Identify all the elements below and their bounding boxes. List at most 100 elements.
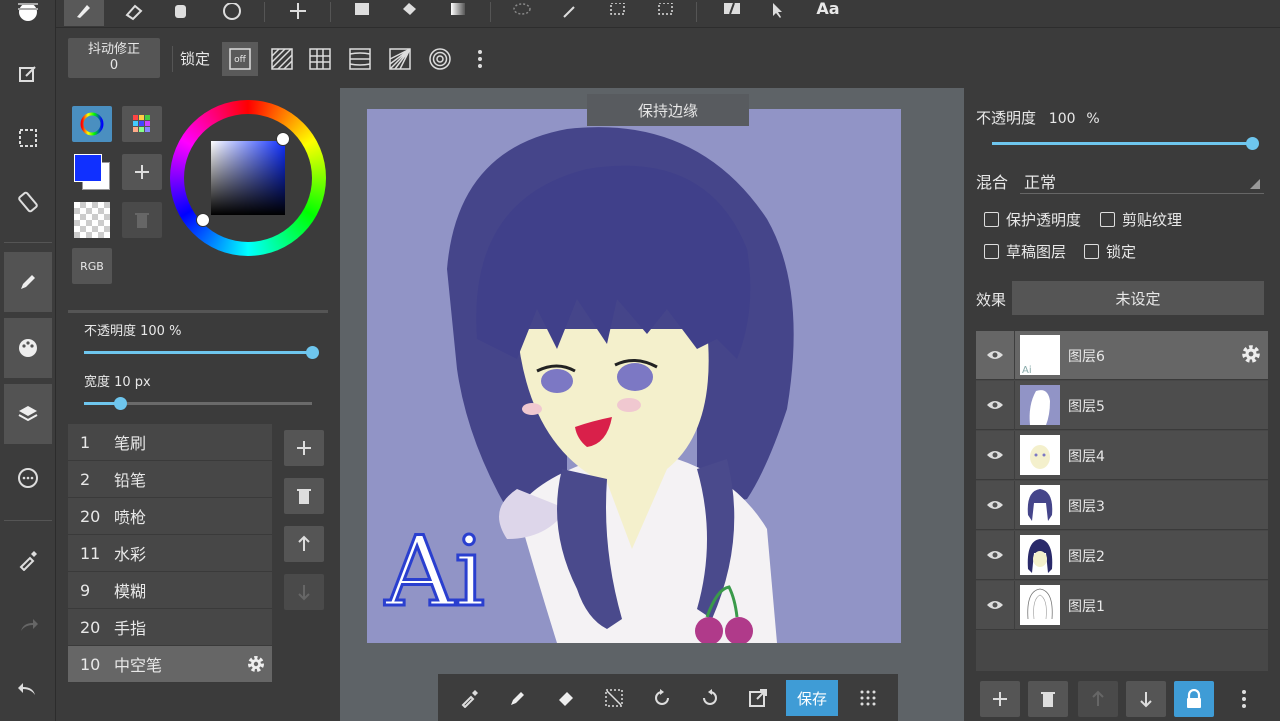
bottom-menu-button[interactable] (848, 680, 888, 716)
fit-screen-button[interactable] (738, 680, 778, 716)
protect-alpha-checkbox[interactable]: 保护透明度 (984, 209, 1081, 230)
snap-radial-button[interactable] (382, 42, 418, 76)
draft-layer-checkbox[interactable]: 草稿图层 (984, 241, 1066, 262)
brush-item[interactable]: 9 模糊 (68, 572, 272, 609)
brush-opacity-knob[interactable] (306, 346, 319, 359)
primary-color-swatch[interactable] (74, 154, 102, 182)
magic-wand-tool[interactable] (550, 0, 590, 26)
artboard[interactable]: Ai (367, 109, 901, 643)
layer-visibility-toggle[interactable] (982, 591, 1008, 619)
select-pen-tool[interactable] (598, 0, 638, 26)
sv-picker-knob[interactable] (276, 132, 290, 146)
deselect-button[interactable] (594, 680, 634, 716)
brush-item[interactable]: 20 手指 (68, 609, 272, 646)
brush-tool[interactable] (64, 0, 104, 26)
menu-button[interactable] (4, 0, 52, 36)
brush-item[interactable]: 1 笔刷 (68, 424, 272, 461)
add-layer-button[interactable] (980, 681, 1020, 717)
brush-panel-button[interactable] (4, 252, 52, 312)
layer-row[interactable]: 图层5 (976, 381, 1268, 430)
layer-lock-button[interactable] (1174, 681, 1214, 717)
color-panel-button[interactable] (4, 318, 52, 378)
snap-parallel-button[interactable] (264, 42, 300, 76)
add-brush-button[interactable] (284, 430, 324, 466)
hue-picker-knob[interactable] (196, 213, 210, 227)
move-layer-down-button[interactable] (1126, 681, 1166, 717)
color-swatch-stack[interactable] (72, 152, 114, 192)
gradient-tool[interactable] (438, 0, 478, 26)
move-brush-down-button[interactable] (284, 574, 324, 610)
rotate-left-button[interactable] (642, 680, 682, 716)
eraser-tool[interactable] (114, 0, 154, 26)
move-brush-up-button[interactable] (284, 526, 324, 562)
eyedropper-button[interactable] (4, 530, 52, 590)
lock-layer-checkbox[interactable]: 锁定 (1084, 241, 1136, 262)
select-eraser-tool[interactable] (646, 0, 686, 26)
layer-opacity-slider[interactable] (992, 137, 1259, 150)
brush-width-slider[interactable] (84, 397, 312, 410)
rotate-canvas-button[interactable] (4, 172, 52, 232)
layer-row[interactable]: 图层3 (976, 481, 1268, 530)
snap-grid-button[interactable] (302, 42, 338, 76)
operation-tool[interactable] (758, 0, 798, 26)
snap-concentric-button[interactable] (422, 42, 458, 76)
delete-layer-button[interactable] (1028, 681, 1068, 717)
layer-visibility-toggle[interactable] (982, 391, 1008, 419)
bottom-eraser-button[interactable] (546, 680, 586, 716)
layer-panel-button[interactable] (4, 384, 52, 444)
rgb-mode-button[interactable]: RGB (72, 248, 112, 284)
shape-tool[interactable] (212, 0, 252, 26)
canvas-area[interactable]: Ai 保持边缘 保存 (340, 88, 964, 721)
layer-row-selected[interactable]: Ai 图层6 (976, 331, 1268, 380)
layer-opacity-knob[interactable] (1246, 137, 1259, 150)
layer-visibility-toggle[interactable] (982, 441, 1008, 469)
undo-button[interactable] (4, 660, 52, 720)
layer-row[interactable]: 图层2 (976, 531, 1268, 580)
layer-visibility-toggle[interactable] (982, 541, 1008, 569)
add-color-button[interactable] (122, 154, 162, 190)
layer-visibility-toggle[interactable] (982, 491, 1008, 519)
snap-off-button[interactable]: off (222, 42, 258, 76)
bucket-tool[interactable] (390, 0, 430, 26)
delete-brush-button[interactable] (284, 478, 324, 514)
clipping-checkbox[interactable]: 剪贴纹理 (1100, 209, 1182, 230)
brush-opacity-slider[interactable] (84, 346, 319, 359)
lasso-tool[interactable] (502, 0, 542, 26)
stabilizer-button[interactable]: 抖动修正 0 (68, 38, 160, 78)
delete-color-button[interactable] (122, 202, 162, 238)
rotate-right-button[interactable] (690, 680, 730, 716)
move-tool[interactable] (278, 0, 318, 26)
transparent-color-swatch[interactable] (74, 202, 110, 238)
move-layer-up-button[interactable] (1078, 681, 1118, 717)
layer-row[interactable]: 图层1 (976, 581, 1268, 630)
selection-button[interactable] (4, 108, 52, 168)
hand-tool[interactable] (160, 0, 200, 26)
saturation-value-square[interactable] (211, 141, 285, 215)
effect-button[interactable]: 未设定 (1012, 281, 1264, 315)
blend-mode-select[interactable]: 正常 (1020, 164, 1264, 194)
bottom-eyedropper-button[interactable] (450, 680, 490, 716)
brush-settings-button[interactable] (246, 654, 266, 678)
divide-tool[interactable] (712, 0, 752, 26)
layer-row[interactable]: 图层4 (976, 431, 1268, 480)
layer-settings-button[interactable] (1240, 343, 1262, 369)
brush-item[interactable]: 11 水彩 (68, 535, 272, 572)
color-wheel[interactable] (170, 100, 326, 256)
text-tool[interactable]: Aa (808, 0, 848, 26)
brush-item[interactable]: 2 铅笔 (68, 461, 272, 498)
snap-more-button[interactable] (462, 42, 498, 76)
brush-item-selected[interactable]: 10 中空笔 (68, 646, 272, 683)
layer-more-button[interactable] (1224, 681, 1264, 717)
new-canvas-button[interactable] (4, 44, 52, 104)
layer-visibility-toggle[interactable] (982, 341, 1008, 369)
brush-width-knob[interactable] (114, 397, 127, 410)
brush-item[interactable]: 20 喷枪 (68, 498, 272, 535)
palette-mode-button[interactable] (122, 106, 162, 142)
fill-rect-tool[interactable] (342, 0, 382, 26)
bottom-pen-button[interactable] (498, 680, 538, 716)
materials-button[interactable] (4, 448, 52, 508)
snap-focal-button[interactable] (342, 42, 378, 76)
color-wheel-mode-button[interactable] (72, 106, 112, 142)
save-button[interactable]: 保存 (786, 680, 838, 716)
redo-button[interactable] (4, 596, 52, 656)
